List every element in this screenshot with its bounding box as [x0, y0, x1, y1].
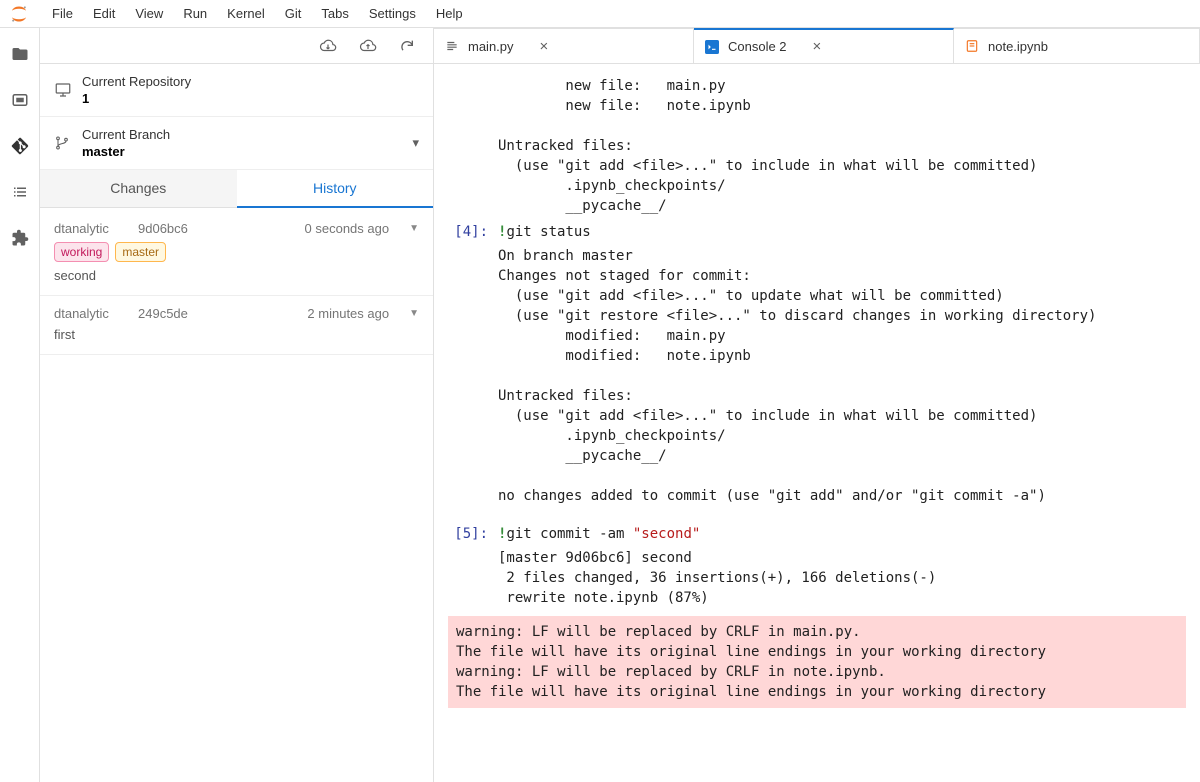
current-repository[interactable]: Current Repository 1	[40, 64, 433, 117]
monitor-icon	[54, 81, 72, 99]
cloud-push-icon[interactable]	[359, 37, 377, 55]
commit-when: 0 seconds ago	[305, 221, 390, 236]
tab-main-py[interactable]: main.py ×	[434, 28, 694, 63]
commit-author: dtanalytic	[54, 306, 124, 321]
commit-message: second	[54, 268, 419, 283]
chevron-down-icon[interactable]: ▼	[409, 223, 419, 234]
cell-command-string: "second"	[633, 526, 700, 542]
menu-kernel[interactable]: Kernel	[217, 2, 275, 25]
commit-sha: 249c5de	[138, 306, 198, 321]
menu-view[interactable]: View	[125, 2, 173, 25]
tab-history[interactable]: History	[237, 170, 434, 208]
tab-label: note.ipynb	[988, 39, 1048, 54]
activity-bar	[0, 28, 40, 782]
commit-item[interactable]: dtanalytic 249c5de 2 minutes ago ▼ first	[40, 296, 433, 355]
git-toolbar	[40, 28, 433, 64]
current-branch[interactable]: Current Branch master ▾	[40, 117, 433, 170]
cell-prompt: [4]:	[448, 222, 498, 242]
tab-changes[interactable]: Changes	[40, 170, 237, 208]
file-icon	[444, 38, 460, 54]
cell-command: git status	[506, 224, 590, 240]
menu-git[interactable]: Git	[275, 2, 312, 25]
cloud-pull-icon[interactable]	[319, 37, 337, 55]
menu-run[interactable]: Run	[173, 2, 217, 25]
extensions-icon[interactable]	[6, 224, 34, 252]
menu-file[interactable]: File	[42, 2, 83, 25]
repo-label: Current Repository	[82, 74, 419, 89]
close-icon[interactable]: ×	[540, 38, 549, 55]
main-content: main.py × Console 2 × note.ipynb new fil…	[434, 28, 1200, 782]
tab-label: Console 2	[728, 39, 787, 54]
menu-settings[interactable]: Settings	[359, 2, 426, 25]
close-icon[interactable]: ×	[813, 38, 822, 55]
chevron-down-icon[interactable]: ▼	[409, 308, 419, 319]
badge-master: master	[115, 242, 166, 262]
repo-value: 1	[82, 91, 419, 106]
commit-message: first	[54, 327, 419, 342]
chevron-down-icon: ▾	[412, 135, 419, 151]
git-sidebar: Current Repository 1 Current Branch mast…	[40, 28, 434, 782]
console-output[interactable]: new file: main.py new file: note.ipynb U…	[434, 64, 1200, 782]
output-block: new file: main.py new file: note.ipynb U…	[448, 76, 1186, 216]
commit-sha: 9d06bc6	[138, 221, 198, 236]
folder-icon[interactable]	[6, 40, 34, 68]
commit-when: 2 minutes ago	[307, 306, 389, 321]
branch-label: Current Branch	[82, 127, 402, 142]
branch-icon	[54, 135, 72, 151]
toc-icon[interactable]	[6, 178, 34, 206]
output-block: On branch master Changes not staged for …	[448, 246, 1186, 506]
menu-tabs[interactable]: Tabs	[311, 2, 358, 25]
commit-list: dtanalytic 9d06bc6 0 seconds ago ▼ worki…	[40, 211, 433, 782]
jupyter-logo	[8, 3, 30, 25]
commit-author: dtanalytic	[54, 221, 124, 236]
cell-prompt: [5]:	[448, 524, 498, 544]
console-icon	[704, 39, 720, 55]
output-block: [master 9d06bc6] second 2 files changed,…	[448, 548, 1186, 608]
document-tabs: main.py × Console 2 × note.ipynb	[434, 28, 1200, 64]
commit-item[interactable]: dtanalytic 9d06bc6 0 seconds ago ▼ worki…	[40, 211, 433, 296]
git-view-tabs: Changes History	[40, 170, 433, 211]
tab-label: main.py	[468, 39, 514, 54]
tab-console-2[interactable]: Console 2 ×	[694, 28, 954, 63]
cell-command: git commit -am	[506, 526, 632, 542]
badge-working: working	[54, 242, 109, 262]
tab-note-ipynb[interactable]: note.ipynb	[954, 28, 1200, 63]
running-icon[interactable]	[6, 86, 34, 114]
menubar: File Edit View Run Kernel Git Tabs Setti…	[0, 0, 1200, 28]
console-cell: [4]: !git status	[448, 222, 1186, 242]
git-icon[interactable]	[6, 132, 34, 160]
warning-block: warning: LF will be replaced by CRLF in …	[448, 616, 1186, 708]
notebook-icon	[964, 38, 980, 54]
branch-value: master	[82, 144, 402, 159]
menu-help[interactable]: Help	[426, 2, 473, 25]
refresh-icon[interactable]	[399, 38, 415, 54]
console-cell: [5]: !git commit -am "second"	[448, 524, 1186, 544]
menu-edit[interactable]: Edit	[83, 2, 125, 25]
